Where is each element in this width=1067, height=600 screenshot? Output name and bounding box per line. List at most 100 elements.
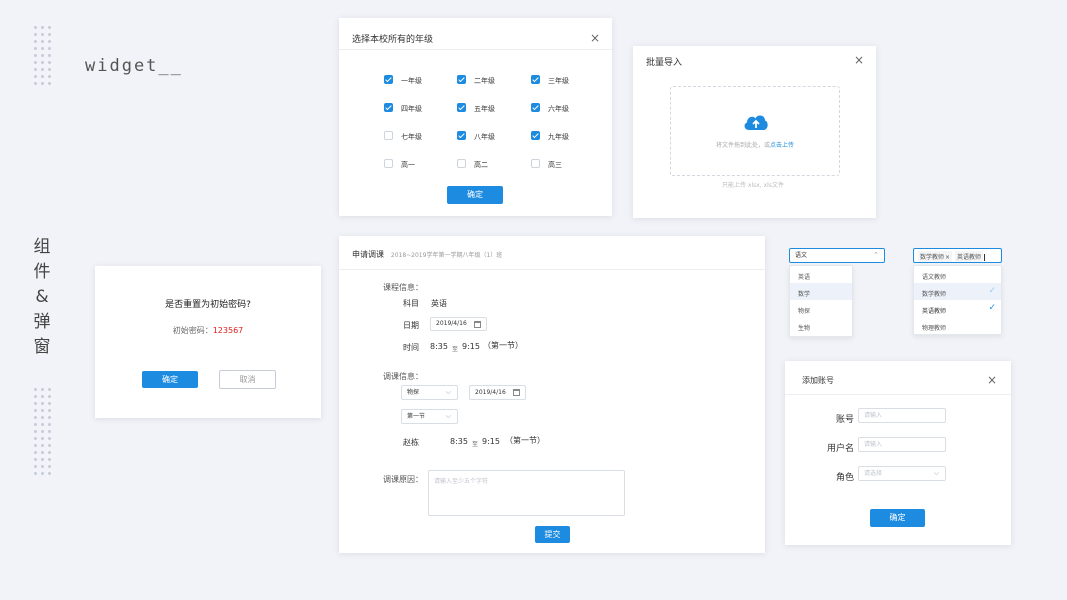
grade-checkbox-label[interactable]: 八年级	[474, 132, 495, 142]
grade-confirm-button[interactable]: 确定	[447, 186, 503, 204]
selected-tag: 英语教师	[955, 251, 984, 262]
select-option[interactable]: 物探	[790, 300, 852, 317]
grade-checkbox-label[interactable]: 一年级	[401, 76, 422, 86]
subject-label: 科目	[403, 299, 419, 308]
reason-textarea[interactable]: 请输入至少五个字符	[428, 470, 625, 516]
grade-checkbox[interactable]	[531, 159, 540, 168]
grade-checkbox[interactable]	[457, 103, 466, 112]
dot	[48, 40, 51, 43]
dot	[41, 416, 44, 419]
dot	[41, 423, 44, 426]
dot	[41, 402, 44, 405]
submit-button[interactable]: 提交	[535, 526, 570, 543]
adjust-subject-select[interactable]: 物探 ⌵	[401, 385, 458, 400]
grade-checkbox[interactable]	[531, 75, 540, 84]
multi-select-option-label: 英语教师	[922, 308, 947, 315]
dot	[48, 409, 51, 412]
dot	[34, 416, 37, 419]
dot	[41, 395, 44, 398]
grade-checkbox[interactable]	[531, 131, 540, 140]
username-input[interactable]: 请输入	[858, 437, 946, 452]
reset-confirm-button[interactable]: 确定	[142, 371, 198, 388]
time-to: 至	[452, 346, 459, 353]
grade-dialog: 选择本校所有的年级 × 一年级 二年级 三年级四年级 五年级 六年级七年级 八年级 九年级高…	[339, 18, 612, 216]
grade-checkbox-label[interactable]: 九年级	[548, 132, 569, 142]
grade-checkbox-label[interactable]: 四年级	[401, 104, 422, 114]
grade-checkbox-label[interactable]: 高三	[548, 160, 562, 170]
dot	[48, 61, 51, 64]
close-icon[interactable]: ×	[854, 54, 864, 66]
grade-checkbox[interactable]	[457, 159, 466, 168]
dot	[41, 40, 44, 43]
reset-question: 是否重置为初始密码?	[165, 300, 251, 310]
account-placeholder: 请输入	[864, 412, 883, 419]
select-option[interactable]: 生物	[790, 317, 852, 334]
close-icon[interactable]: ×	[590, 32, 600, 44]
close-icon[interactable]: ×	[987, 374, 997, 386]
dot	[48, 75, 51, 78]
dot	[41, 444, 44, 447]
dot	[48, 402, 51, 405]
side-title-char: 弹	[33, 312, 51, 332]
dot	[34, 26, 37, 29]
adjust-period-value: 第一节	[407, 413, 426, 420]
dot	[41, 437, 44, 440]
multi-select-option[interactable]: 英语教师 ✓	[914, 300, 1001, 317]
dropzone-hint: 将文件拖到此处，或	[715, 142, 770, 149]
grade-checkbox[interactable]	[384, 75, 393, 84]
role-multi-select-menu: 语文教师 数学教师 ✓ 英语教师 ✓ 物理教师	[913, 265, 1002, 335]
multi-select-option-label: 语文教师	[922, 274, 947, 281]
dot	[48, 68, 51, 71]
role-multi-select[interactable]: 数学教师× 英语教师	[913, 248, 1002, 263]
dot	[34, 68, 37, 71]
dot	[34, 451, 37, 454]
grade-checkbox-label[interactable]: 高二	[474, 160, 488, 170]
select-option[interactable]: 数学	[790, 283, 852, 300]
dot	[34, 395, 37, 398]
chevron-up-icon: ⌃	[873, 251, 879, 259]
grade-checkbox-label[interactable]: 三年级	[548, 76, 569, 86]
dot	[48, 395, 51, 398]
role-label: 角色	[835, 473, 854, 483]
upload-dropzone[interactable]: 将文件拖到此处，或点击上传	[670, 86, 840, 176]
dot	[34, 409, 37, 412]
grade-checkbox[interactable]	[457, 131, 466, 140]
grade-checkbox[interactable]	[384, 103, 393, 112]
dot	[48, 465, 51, 468]
grade-checkbox-label[interactable]: 五年级	[474, 104, 495, 114]
grade-checkbox[interactable]	[457, 75, 466, 84]
subject-select-menu: 英语 数学 物探 生物	[789, 265, 853, 337]
date-picker[interactable]: 2019/4/16	[430, 317, 487, 331]
text-cursor	[984, 254, 986, 261]
role-select[interactable]: 请选择 ⌵	[858, 466, 946, 481]
grade-checkbox-label[interactable]: 七年级	[401, 132, 422, 142]
chevron-down-icon: ⌵	[933, 469, 939, 477]
dot	[41, 26, 44, 29]
upload-link[interactable]: 点击上传	[770, 142, 794, 149]
reason-placeholder: 请输入至少五个字符	[434, 478, 489, 485]
grade-checkbox[interactable]	[531, 103, 540, 112]
multi-select-option[interactable]: 物理教师	[914, 317, 1001, 334]
reset-password-line: 初始密码：123567	[95, 325, 321, 336]
reset-cancel-button[interactable]: 取消	[219, 370, 276, 389]
grade-checkbox[interactable]	[384, 131, 393, 140]
adjust-period-select[interactable]: 第一节 ⌵	[401, 409, 458, 424]
grade-dialog-header: 选择本校所有的年级	[339, 18, 612, 50]
check-icon: ✓	[988, 286, 996, 296]
reason-label: 调课原因：	[383, 475, 423, 484]
tag-close-icon[interactable]: ×	[945, 254, 950, 261]
dot	[34, 444, 37, 447]
subject-select[interactable]: 语文 ⌃	[789, 248, 885, 263]
select-option[interactable]: 英语	[790, 266, 852, 283]
multi-select-option[interactable]: 语文教师	[914, 266, 1001, 283]
account-input[interactable]: 请输入	[858, 408, 946, 423]
multi-select-option[interactable]: 数学教师 ✓	[914, 283, 1001, 300]
dot	[34, 388, 37, 391]
grade-checkbox-label[interactable]: 高一	[401, 160, 415, 170]
grade-checkbox-label[interactable]: 六年级	[548, 104, 569, 114]
grade-checkbox-label[interactable]: 二年级	[474, 76, 495, 86]
adjust-date-picker[interactable]: 2019/4/16	[469, 385, 526, 400]
grade-checkbox[interactable]	[384, 159, 393, 168]
dot	[34, 75, 37, 78]
account-confirm-button[interactable]: 确定	[870, 509, 925, 527]
